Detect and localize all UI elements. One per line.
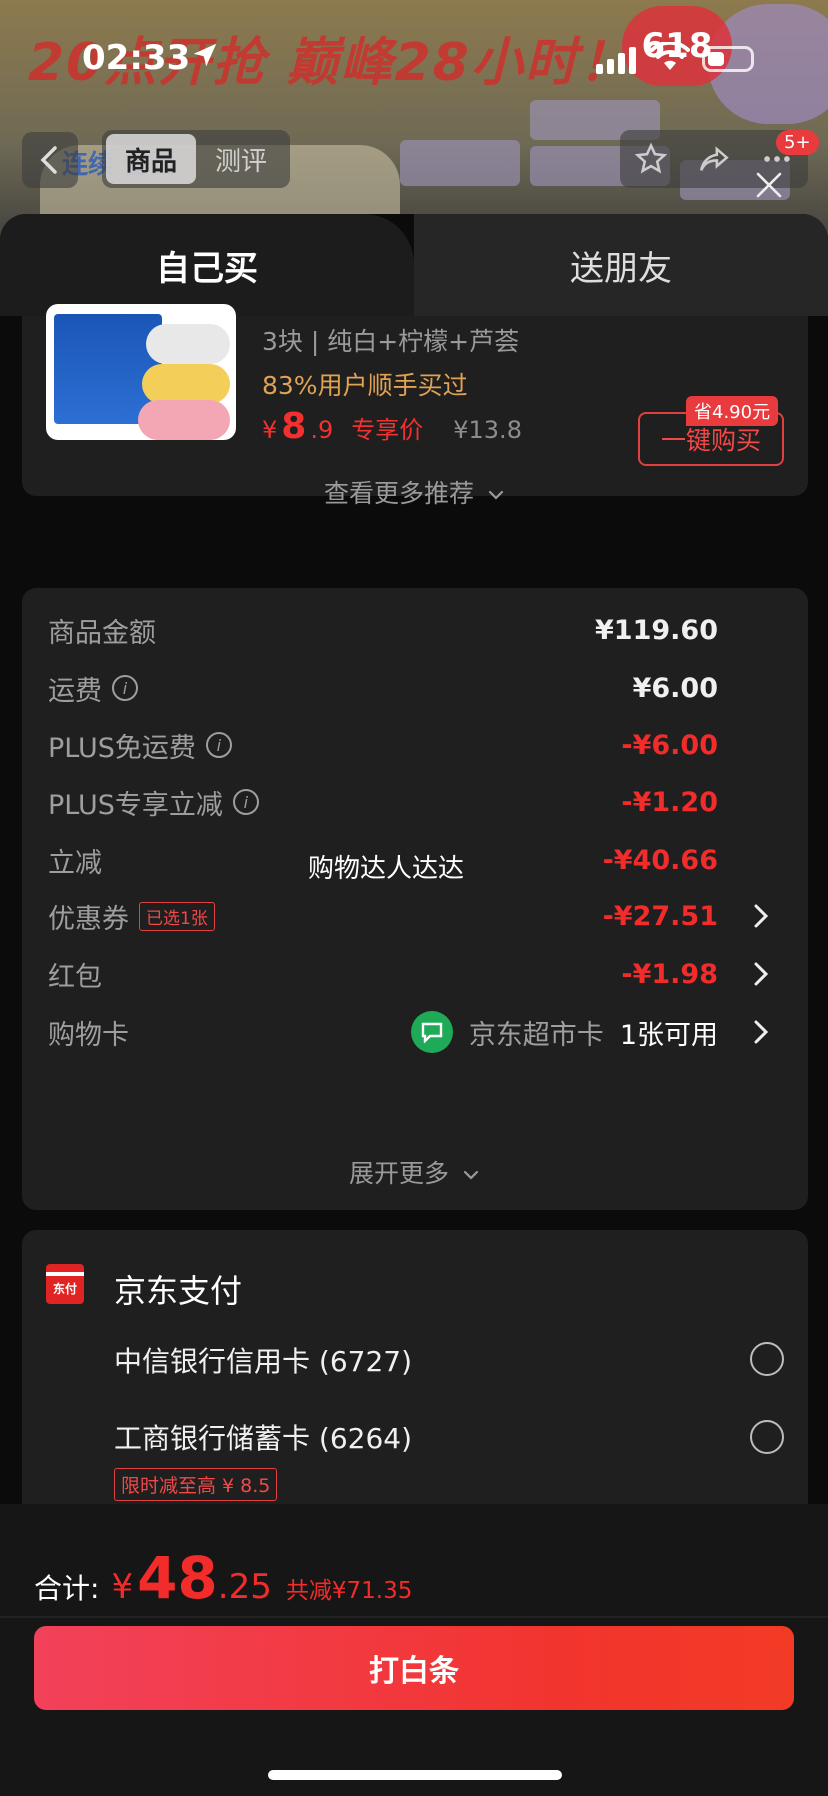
cost-label: PLUS专享立减 bbox=[48, 789, 223, 821]
message-badge: 5+ bbox=[776, 130, 819, 155]
cost-row-shopping-card[interactable]: 购物卡 京东超市卡 1张可用 bbox=[48, 1011, 782, 1053]
info-icon[interactable]: i bbox=[112, 675, 138, 701]
buy-mode-tabs: 送朋友 自己买 bbox=[0, 214, 828, 316]
cost-value: -¥6.00 bbox=[621, 729, 718, 761]
status-time: 02:33 bbox=[82, 38, 191, 78]
cost-value: ¥119.60 bbox=[595, 614, 718, 646]
tab-review[interactable]: 测评 bbox=[196, 134, 286, 184]
cost-row-plus-discount: PLUS专享立减 i -¥1.20 bbox=[48, 782, 782, 822]
chevron-down-icon bbox=[488, 490, 504, 500]
checkout-footer: 合计: ¥ 48 .25 共减¥71.35 打白条 bbox=[0, 1504, 828, 1796]
footer-divider bbox=[0, 1616, 828, 1618]
cost-value: -¥40.66 bbox=[602, 844, 718, 876]
cost-row-red-packet[interactable]: 红包 -¥1.98 bbox=[48, 954, 782, 994]
recommend-rate: 83%用户顺手买过 bbox=[262, 371, 468, 400]
shopping-card-available: 1张可用 bbox=[619, 1019, 718, 1051]
payment-radio-icbc[interactable] bbox=[750, 1420, 784, 1454]
location-arrow-icon bbox=[193, 43, 217, 67]
payment-option-label[interactable]: 工商银行储蓄卡 (6264) bbox=[114, 1417, 412, 1457]
price-currency: ¥ bbox=[262, 416, 278, 444]
cost-value: -¥1.20 bbox=[621, 786, 718, 818]
product-tabs: 商品 测评 bbox=[102, 130, 290, 188]
chevron-left-icon bbox=[40, 146, 57, 174]
price-integer: 8 bbox=[281, 406, 307, 447]
star-icon[interactable] bbox=[634, 142, 668, 176]
share-icon[interactable] bbox=[696, 142, 732, 176]
coupon-selected-tag: 已选1张 bbox=[139, 901, 215, 931]
expand-more-label: 展开更多 bbox=[349, 1159, 450, 1188]
payment-radio-citic[interactable] bbox=[750, 1342, 784, 1376]
cost-label: 立减 bbox=[48, 847, 102, 879]
save-badge: 省4.90元 bbox=[686, 396, 779, 426]
chevron-down-icon bbox=[463, 1170, 479, 1180]
cost-row-shipping: 运费 i ¥6.00 bbox=[48, 668, 782, 708]
expand-more-link[interactable]: 展开更多 bbox=[22, 1154, 808, 1190]
more-recommend-link[interactable]: 查看更多推荐 bbox=[22, 474, 808, 510]
payment-title: 京东支付 bbox=[114, 1272, 243, 1310]
recommend-product-image[interactable] bbox=[46, 304, 236, 440]
total-savings: 共减¥71.35 bbox=[285, 1578, 413, 1604]
price-decimal: .9 bbox=[310, 416, 334, 444]
info-icon[interactable]: i bbox=[205, 732, 232, 758]
original-price: ¥13.8 bbox=[453, 416, 522, 444]
battery-icon bbox=[702, 46, 754, 72]
info-icon[interactable]: i bbox=[232, 789, 259, 815]
jd-pay-logo-text: 东付 bbox=[52, 1282, 77, 1296]
pay-with-baitiao-button[interactable]: 打白条 bbox=[34, 1626, 794, 1710]
price-tag: 专享价 bbox=[351, 416, 424, 444]
payment-promo-tag: 限时减至高 ¥ 8.5 bbox=[114, 1468, 278, 1501]
supermarket-card-icon bbox=[410, 1011, 453, 1053]
recommend-price: ¥ 8 .9 专享价 ¥13.8 bbox=[262, 406, 522, 447]
cost-value: ¥6.00 bbox=[632, 672, 718, 704]
cost-label: PLUS免运费 bbox=[48, 732, 196, 764]
cost-label: 优惠券 bbox=[48, 903, 129, 935]
recommend-spec: 3块 | 纯白+柠檬+芦荟 bbox=[262, 327, 520, 356]
jd-pay-logo: 东付 bbox=[46, 1264, 84, 1304]
overlay-username: 购物达人达达 bbox=[308, 854, 465, 884]
total-integer: 48 bbox=[137, 1544, 218, 1612]
wifi-icon bbox=[650, 42, 690, 70]
cost-label: 运费 bbox=[48, 675, 102, 707]
cost-summary-card: 商品金额 ¥119.60 运费 i ¥6.00 PLUS免运费 i -¥6.00 P… bbox=[22, 588, 808, 1210]
cost-label: 购物卡 bbox=[48, 1019, 129, 1051]
cost-value: -¥1.98 bbox=[621, 958, 718, 990]
total-currency: ¥ bbox=[111, 1567, 134, 1607]
tab-product[interactable]: 商品 bbox=[106, 134, 196, 184]
order-total: 合计: ¥ 48 .25 共减¥71.35 bbox=[34, 1544, 412, 1612]
chevron-right-icon bbox=[754, 962, 769, 986]
chevron-right-icon bbox=[754, 1020, 769, 1044]
payment-option-label[interactable]: 中信银行信用卡 (6727) bbox=[114, 1340, 412, 1380]
total-decimal: .25 bbox=[217, 1567, 272, 1607]
more-recommend-label: 查看更多推荐 bbox=[324, 479, 475, 508]
cost-value: -¥27.51 bbox=[602, 900, 718, 932]
cost-row-coupon[interactable]: 优惠券 已选1张 -¥27.51 bbox=[48, 896, 782, 936]
payment-card: 东付 京东支付 中信银行信用卡 (6727) 工商银行储蓄卡 (6264) 限时… bbox=[22, 1230, 808, 1530]
tab-buy-self[interactable]: 自己买 bbox=[0, 214, 414, 316]
tab-send-friend[interactable]: 送朋友 bbox=[414, 214, 828, 316]
cost-label: 商品金额 bbox=[48, 617, 156, 649]
cost-row-plus-shipping: PLUS免运费 i -¥6.00 bbox=[48, 725, 782, 765]
total-label: 合计: bbox=[34, 1572, 100, 1605]
cellular-signal-icon bbox=[596, 44, 636, 74]
back-button[interactable] bbox=[22, 132, 78, 188]
shopping-card-name: 京东超市卡 bbox=[468, 1019, 604, 1051]
close-icon[interactable] bbox=[752, 168, 786, 202]
status-bar: 02:33 bbox=[0, 0, 828, 110]
cost-row-goods: 商品金额 ¥119.60 bbox=[48, 610, 782, 650]
chevron-right-icon bbox=[754, 904, 769, 928]
recommend-card: 3块 | 纯白+柠檬+芦荟 83%用户顺手买过 ¥ 8 .9 专享价 ¥13.8… bbox=[22, 304, 808, 508]
cost-label: 红包 bbox=[48, 961, 102, 993]
home-indicator bbox=[268, 1770, 562, 1780]
